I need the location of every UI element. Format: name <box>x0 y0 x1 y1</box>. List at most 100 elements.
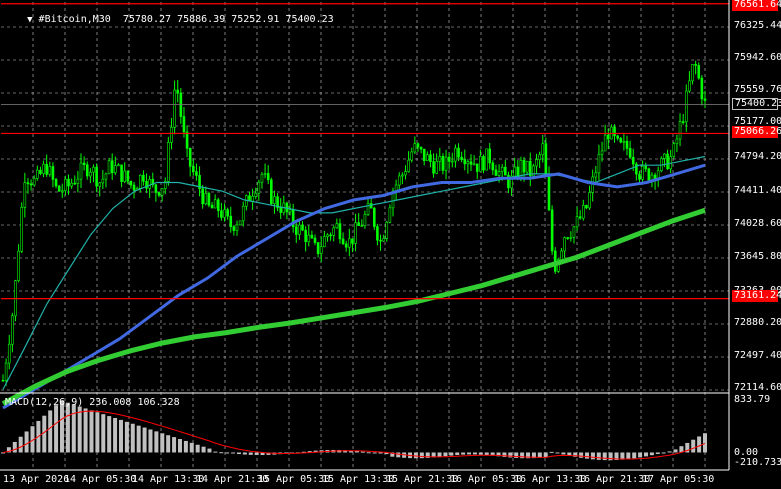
candle-body <box>201 188 204 205</box>
time-axis-label: 15 Apr 21:30 <box>386 474 459 485</box>
candle-body <box>426 154 429 161</box>
candle-body <box>619 138 623 143</box>
candle-body <box>188 148 192 167</box>
candle-body <box>631 156 635 165</box>
candle-body <box>107 160 111 175</box>
candle-body <box>594 172 598 178</box>
macd-bar <box>455 452 460 456</box>
price-axis-label: 75942.60 <box>734 52 781 63</box>
macd-bar <box>242 452 247 455</box>
candle-body <box>114 165 117 174</box>
candle-body <box>185 131 189 149</box>
macd-bar <box>378 452 383 454</box>
candle-body <box>288 209 292 213</box>
macd-bar <box>585 452 590 459</box>
price-axis-label: 74411.40 <box>734 185 781 196</box>
macd-bar <box>248 452 253 455</box>
candle-body <box>301 224 304 231</box>
candle-body <box>694 64 697 66</box>
macd-bar <box>59 400 64 453</box>
candle-body <box>497 171 501 176</box>
candle-body <box>628 148 632 158</box>
macd-bar <box>437 452 442 457</box>
candle-body <box>638 173 641 180</box>
candle-body <box>585 205 588 209</box>
candle-body <box>129 180 133 186</box>
candle-body <box>70 182 73 187</box>
macd-bar <box>661 452 666 454</box>
candle-body <box>213 199 217 209</box>
candle-body <box>603 134 607 152</box>
price-axis-label: 76325.44 <box>734 20 781 31</box>
open-value: 75780.27 <box>122 14 172 25</box>
macd-bar <box>142 427 147 453</box>
candle-body <box>422 148 426 161</box>
macd-bar <box>65 402 70 453</box>
candle-body <box>672 143 676 157</box>
macd-bar <box>543 452 548 458</box>
macd-header: MACD(12,26,9) 236.008 106.328 <box>5 397 180 408</box>
macd-bar <box>195 444 200 453</box>
candle-body <box>270 179 273 205</box>
candle-body <box>566 237 570 239</box>
candle-body <box>307 234 311 243</box>
candle-body <box>338 223 342 240</box>
candle-body <box>64 178 67 192</box>
candle-body <box>192 166 195 172</box>
symbol-triangle-icon: ▼ <box>27 15 33 25</box>
macd-bar <box>107 416 112 453</box>
macd-bar <box>655 452 660 454</box>
candle-body <box>319 246 323 255</box>
chart-window[interactable]: ▼ #Bitcoin,M30 75780.27 75886.39 75252.9… <box>0 0 781 489</box>
candle-body <box>138 174 142 189</box>
candle-body <box>588 192 591 209</box>
macd-bar <box>372 452 377 454</box>
candle-body <box>170 127 173 143</box>
candle-body <box>606 134 610 140</box>
close-value: 75400.23 <box>285 14 334 25</box>
candle-body <box>210 204 214 209</box>
candle-body <box>522 159 526 173</box>
candlestick-series <box>1 60 707 386</box>
level-tag-high: 76561.64 <box>732 0 781 11</box>
candle-body <box>644 165 648 170</box>
candle-body <box>254 192 258 197</box>
candle-body <box>42 163 45 174</box>
candle-body <box>263 173 267 175</box>
candle-body <box>684 90 688 123</box>
candle-body <box>257 181 261 194</box>
candle-body <box>117 164 120 167</box>
macd-bar <box>484 452 489 456</box>
candle-body <box>472 163 476 166</box>
candle-body <box>438 155 442 162</box>
macd-bar <box>89 410 94 453</box>
price-axis-label: 72880.20 <box>734 317 781 328</box>
candle-body <box>535 159 538 167</box>
time-axis-label: 14 Apr 05:30 <box>64 474 137 485</box>
candle-body <box>416 143 420 148</box>
candle-body <box>703 98 707 101</box>
candle-body <box>494 169 498 176</box>
candle-body <box>57 185 61 192</box>
candle-body <box>572 226 576 238</box>
time-axis-label: 16 Apr 21:30 <box>578 474 651 485</box>
candle-body <box>569 236 573 239</box>
candle-body <box>207 193 211 206</box>
candle-body <box>73 182 77 185</box>
candle-body <box>675 138 679 144</box>
candle-body <box>45 163 48 175</box>
candle-body <box>360 225 364 227</box>
candle-body <box>310 234 314 239</box>
candle-body <box>204 193 208 205</box>
candle-body <box>563 237 566 252</box>
candle-body <box>110 160 114 174</box>
candle-body <box>260 174 264 183</box>
price-chart[interactable] <box>0 0 781 489</box>
candle-body <box>663 153 666 159</box>
macd-bar <box>42 415 47 453</box>
candle-body <box>4 362 8 381</box>
macd-bar <box>561 452 566 455</box>
macd-bar <box>697 436 702 453</box>
macd-bar <box>148 429 153 453</box>
candle-body <box>329 234 332 237</box>
